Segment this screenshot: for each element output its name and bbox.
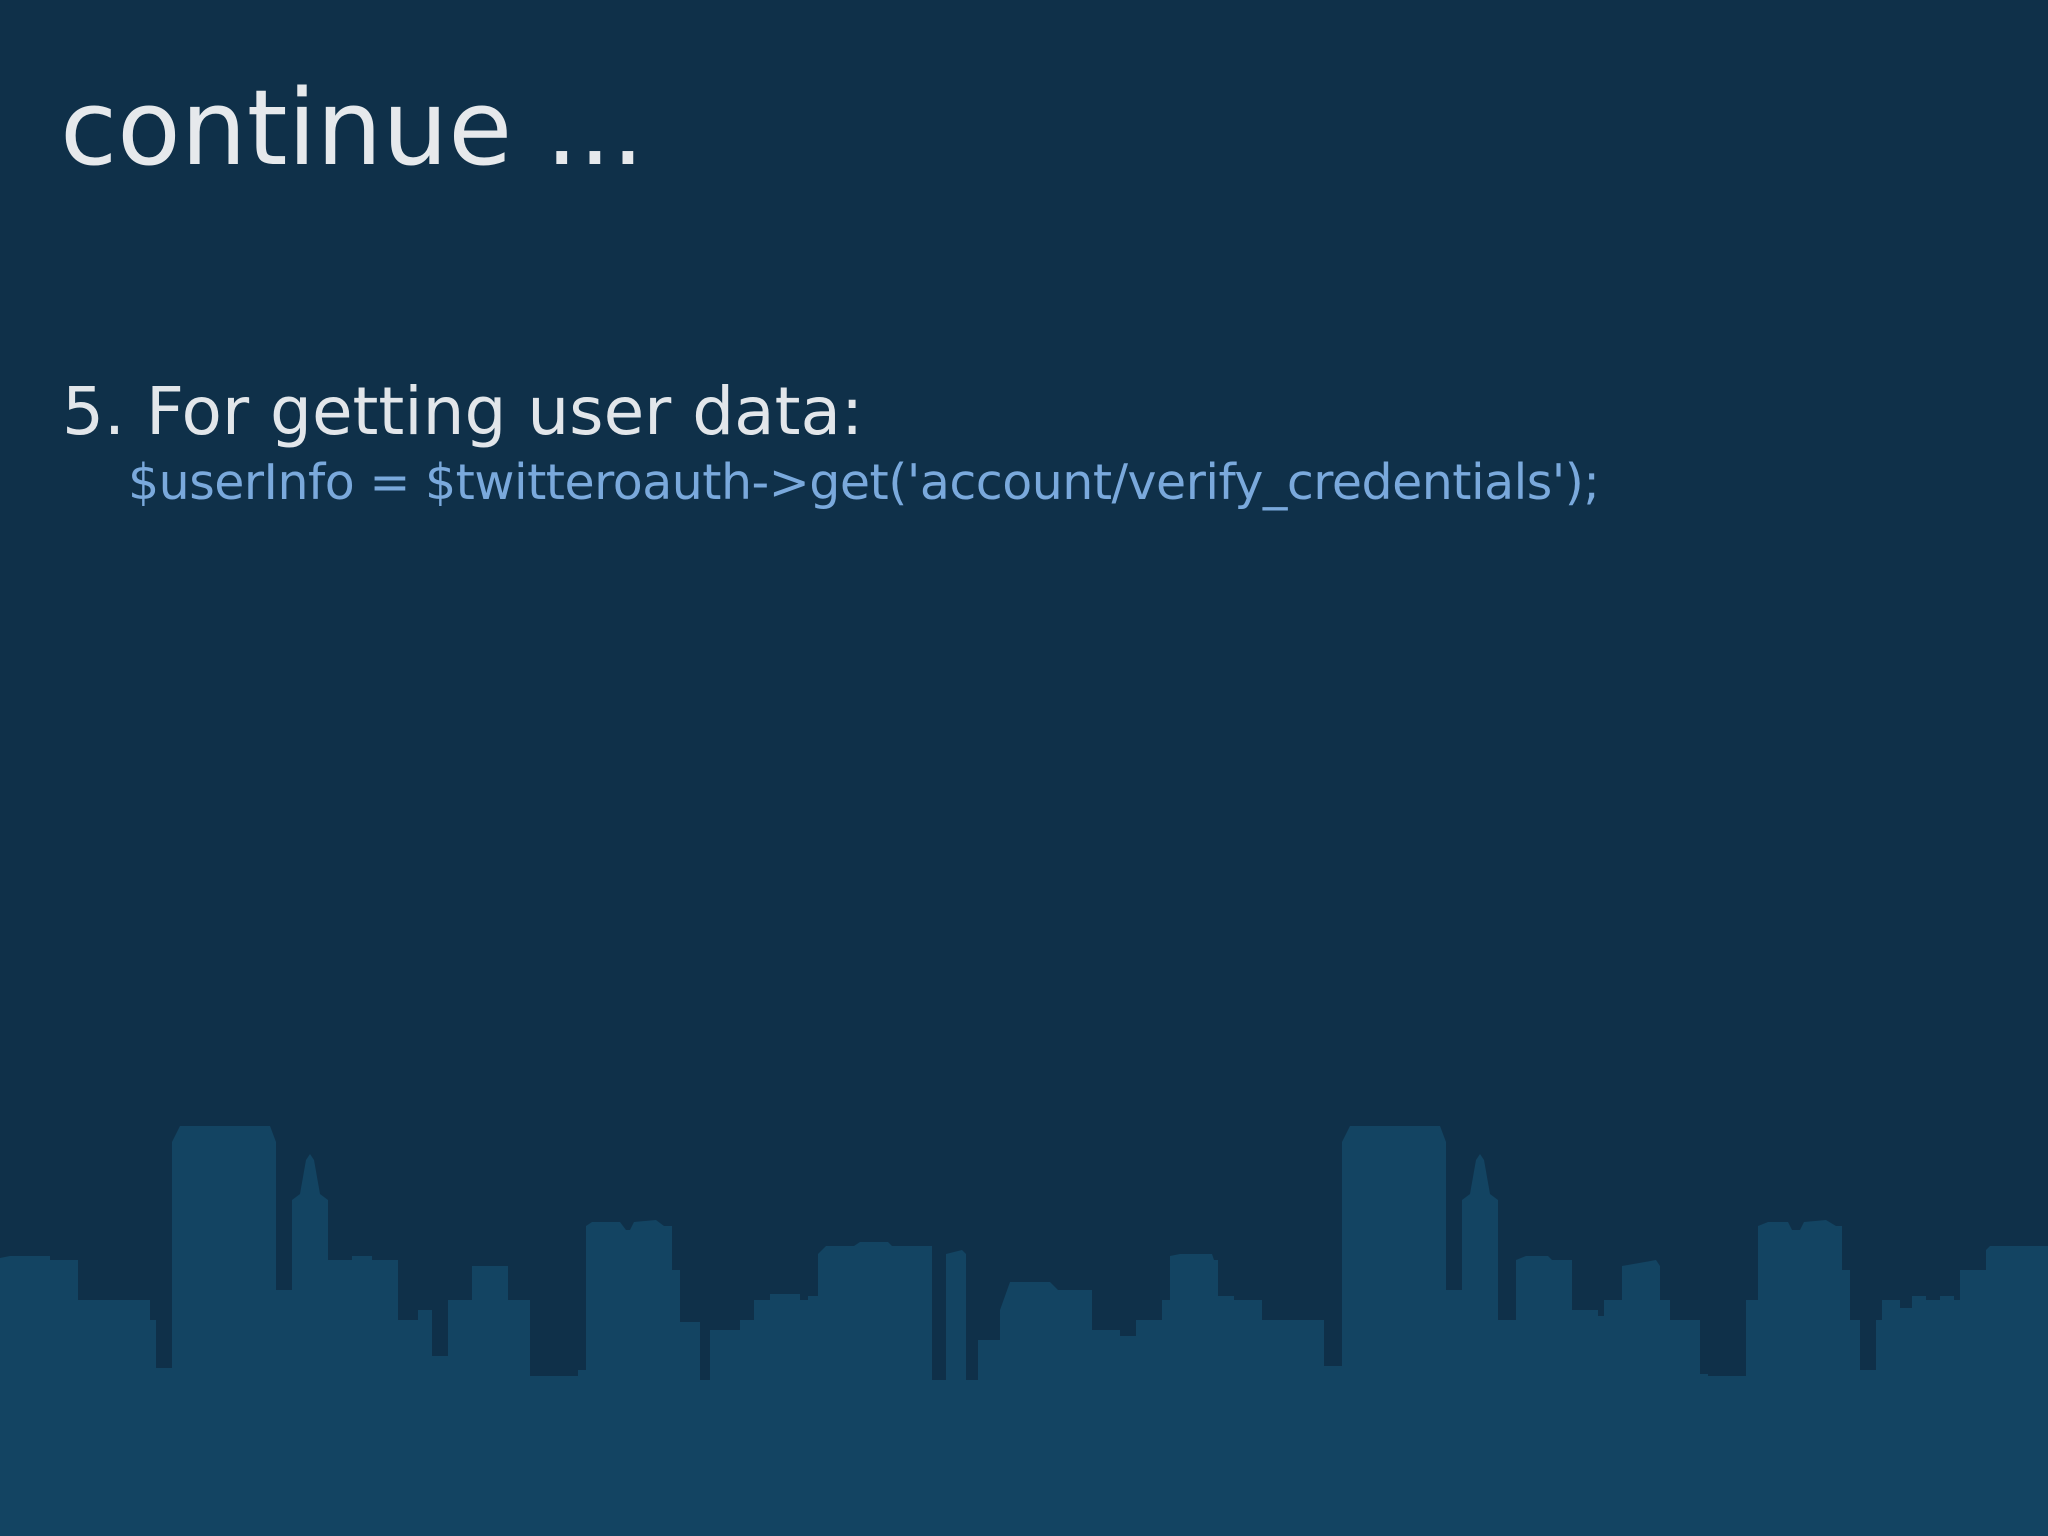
slide-title: continue ... [60, 67, 645, 189]
city-skyline-graphic [0, 1126, 2048, 1536]
code-snippet: $userInfo = $twitteroauth->get('account/… [128, 454, 1600, 511]
list-item-text: 5. For getting user data: [62, 373, 864, 450]
slide-content: 5. For getting user data: $userInfo = $t… [62, 372, 1600, 514]
slide: continue ... 5. For getting user data: $… [0, 0, 2048, 1536]
